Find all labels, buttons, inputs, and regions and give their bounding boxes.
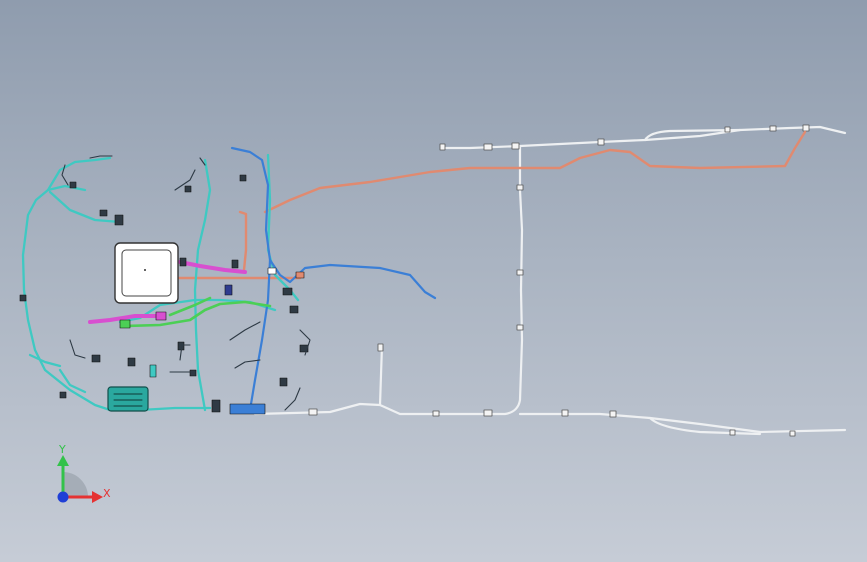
fuse-box[interactable] [107,386,149,412]
control-module[interactable] [114,242,179,304]
graphics-viewport[interactable] [0,0,867,562]
salmon-harness[interactable] [168,130,807,280]
wire-harness-assembly[interactable] [19,124,847,437]
dark-branch-wires[interactable] [61,155,311,411]
grey-harness-connectors[interactable] [308,124,810,437]
grey-rear-harness-top[interactable] [253,125,847,436]
